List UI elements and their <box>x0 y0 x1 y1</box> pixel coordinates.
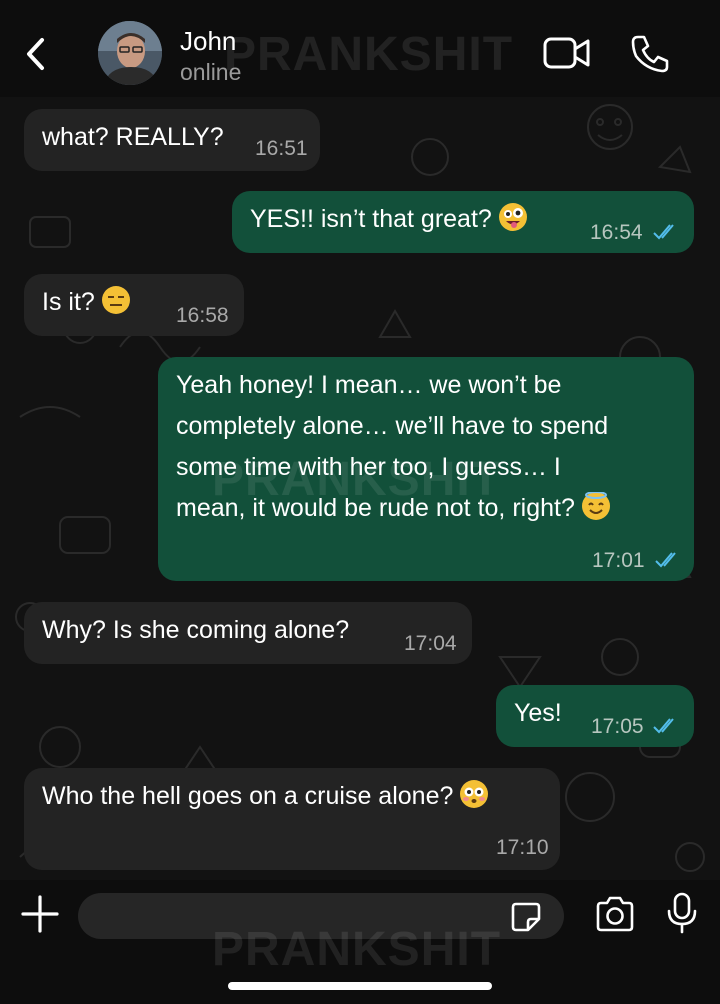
video-call-button[interactable] <box>543 36 591 75</box>
camera-icon <box>596 896 634 932</box>
message-text-body: Is it? <box>42 288 95 316</box>
message-incoming[interactable]: Why? Is she coming alone? 17:04 <box>24 602 472 664</box>
message-time: 17:04 <box>404 632 457 655</box>
expressionless-face-emoji <box>101 286 130 314</box>
zany-face-emoji <box>498 203 527 231</box>
chevron-left-icon <box>27 38 44 70</box>
camera-button[interactable] <box>594 896 636 937</box>
message-time: 17:10 <box>496 836 549 859</box>
message-list[interactable]: what? REALLY? 16:51 YES!! isn’t that gre… <box>0 97 720 880</box>
chat-header: John online PRANKSHIT <box>0 0 720 97</box>
back-button[interactable] <box>18 30 54 78</box>
message-outgoing[interactable]: YES!! isn’t that great? 16:54 <box>232 191 694 253</box>
message-input[interactable] <box>78 893 564 939</box>
contact-status: online <box>180 59 242 85</box>
avatar[interactable] <box>98 21 162 85</box>
message-line-last: mean, it would be rude not to, right? <box>176 488 686 529</box>
message-incoming[interactable]: what? REALLY? 16:51 <box>24 109 320 171</box>
message-time: 16:51 <box>255 137 308 160</box>
video-camera-icon <box>543 37 590 69</box>
home-indicator[interactable] <box>228 982 492 990</box>
voice-call-button[interactable] <box>630 34 670 79</box>
message-incoming[interactable]: Who the hell goes on a cruise alone? 17:… <box>24 768 560 870</box>
avatar-photo <box>98 21 162 85</box>
message-time: 16:54 <box>590 221 643 244</box>
message-time: 17:05 <box>591 715 644 738</box>
message-incoming[interactable]: Is it? 16:58 <box>24 274 244 336</box>
phone-icon <box>631 35 669 73</box>
smiling-face-with-halo-emoji <box>581 491 610 520</box>
message-line: mean, it would be rude not to, right? <box>176 494 575 522</box>
message-line: Yeah honey! I mean… we won’t be <box>176 371 562 399</box>
message-text: YES!! isn’t that great? <box>250 199 527 240</box>
flushed-face-emoji <box>460 780 489 808</box>
read-receipt-icon <box>655 552 676 568</box>
composer-bar: PRANKSHIT <box>0 880 720 1004</box>
message-text-body: YES!! isn’t that great? <box>250 205 492 233</box>
plus-icon <box>21 895 59 933</box>
message-text: Yeah honey! I mean… we won’t be complete… <box>176 365 686 529</box>
message-outgoing[interactable]: Yeah honey! I mean… we won’t be complete… <box>158 357 694 581</box>
message-text-body: Who the hell goes on a cruise alone? <box>42 782 454 810</box>
watermark: PRANKSHIT <box>224 28 514 81</box>
message-line: completely alone… we’ll have to spend <box>176 412 609 440</box>
contact-name[interactable]: John <box>180 26 236 57</box>
message-text: Why? Is she coming alone? <box>42 616 350 644</box>
read-receipt-icon <box>653 224 674 240</box>
message-text: what? REALLY? <box>42 123 224 151</box>
attach-button[interactable] <box>20 894 60 939</box>
sticker-icon <box>511 902 541 932</box>
read-receipt-icon <box>653 718 674 734</box>
microphone-icon <box>667 892 697 934</box>
message-time: 16:58 <box>176 304 229 327</box>
message-outgoing[interactable]: Yes! 17:05 <box>496 685 694 747</box>
message-text: Who the hell goes on a cruise alone? <box>42 776 489 817</box>
message-time: 17:01 <box>592 549 645 572</box>
voice-message-button[interactable] <box>665 892 699 939</box>
message-text: Is it? <box>42 282 130 323</box>
message-line: some time with her too, I guess… I <box>176 453 561 481</box>
message-text: Yes! <box>514 699 562 727</box>
sticker-button[interactable] <box>510 901 542 938</box>
